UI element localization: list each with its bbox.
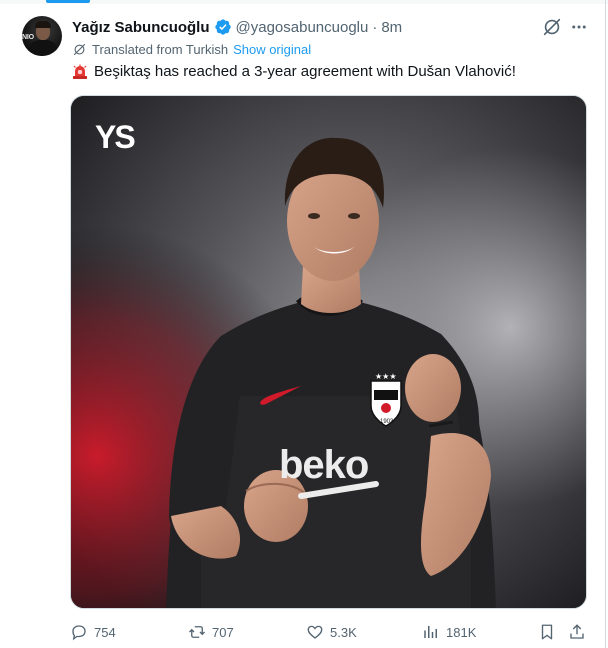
avatar-body [28,40,58,56]
police-siren-icon [73,64,87,79]
tweet-text: Beşiktaş has reached a 3-year agreement … [72,63,516,80]
sponsor-logo: beko [279,443,368,487]
separator-dot: · [372,18,378,36]
translated-label: Translated from Turkish [92,42,229,57]
watermark-logo: YS [95,119,135,155]
more-dots-icon [572,25,586,29]
share-icon [570,624,584,639]
author-name[interactable]: Yağız Sabuncuoğlu [72,19,210,36]
like-count: 5.3K [330,624,357,640]
tweet-header: Yağız Sabuncuoğlu @yagosabuncuoglu · 8m [72,17,402,37]
timeline-border [605,0,606,648]
active-tab-indicator [46,0,90,3]
svg-text:★★★: ★★★ [375,372,397,381]
crest-year: 1903 [380,419,394,425]
more-options-button[interactable] [568,16,590,38]
views-count: 181K [446,624,477,640]
bookmark-button[interactable] [538,620,556,644]
grok-icon[interactable] [541,16,563,38]
repost-icon [189,626,205,638]
like-button[interactable]: 5.3K [306,620,357,644]
verified-badge-icon[interactable] [214,18,232,36]
club-crest-icon: 1903 ★★★ [370,372,402,427]
player-photo: YS 1903 ★★★ beko [71,96,586,608]
timestamp[interactable]: 8m [381,19,402,36]
repost-count: 707 [212,624,234,640]
views-button[interactable]: 181K [422,620,476,644]
translation-notice: Translated from Turkish Show original [72,42,311,57]
avatar-hair [35,21,51,28]
reply-icon [72,625,86,641]
avatar-overlay-text: NIO [22,34,34,41]
reply-button[interactable]: 754 [70,620,116,644]
share-button[interactable] [568,620,586,644]
tweet-body-text: Beşiktaş has reached a 3-year agreement … [94,63,516,80]
tweet-actions-bar: 754 707 5.3K 181K [70,620,590,644]
bookmark-icon [541,624,553,640]
translate-icon [73,43,86,56]
show-original-link[interactable]: Show original [233,42,311,57]
avatar[interactable]: NIO [22,16,62,56]
heart-icon [307,625,323,639]
author-handle[interactable]: @yagosabuncuoglu [236,19,369,36]
reply-count: 754 [94,624,116,640]
top-strip [0,0,608,4]
repost-button[interactable]: 707 [188,620,234,644]
tweet-media-image[interactable]: YS 1903 ★★★ beko [70,95,587,609]
views-chart-icon [424,626,437,638]
